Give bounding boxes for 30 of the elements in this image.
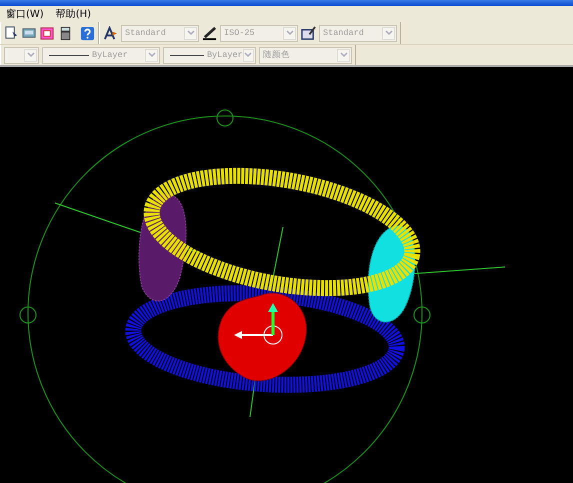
grip-circle[interactable]: [20, 306, 36, 324]
monitor-icon[interactable]: [22, 26, 37, 40]
help-icon[interactable]: [80, 26, 95, 40]
grip-circle[interactable]: [216, 110, 234, 126]
property-dropdown[interactable]: ByLayer: [163, 46, 256, 64]
chevron-down-icon: [26, 52, 34, 58]
menu-item[interactable]: 窗口(W): [4, 7, 46, 21]
line-sample: [170, 54, 204, 56]
style-dropdown[interactable]: ISO-25: [220, 24, 298, 42]
chevron-down-icon: [244, 52, 252, 58]
document-icon[interactable]: [4, 26, 19, 40]
style-dropdown[interactable]: Standard: [121, 24, 199, 42]
grip-circle[interactable]: [414, 306, 430, 324]
pen-icon[interactable]: [202, 26, 217, 40]
image-icon[interactable]: [40, 26, 55, 40]
ucs-icon: [234, 303, 282, 344]
line-sample: [49, 54, 89, 56]
chevron-down-icon: [186, 30, 194, 36]
menu-item[interactable]: 帮助(H): [54, 7, 94, 21]
axis-line: [270, 226, 284, 294]
style-dropdown[interactable]: Standard: [319, 24, 397, 42]
calculator-icon[interactable]: [58, 26, 73, 40]
chevron-down-icon: [384, 30, 392, 36]
chevron-down-icon: [286, 30, 294, 36]
text-style-icon[interactable]: [103, 26, 118, 40]
chevron-down-icon: [340, 52, 348, 58]
property-dropdown[interactable]: 随颜色: [259, 46, 352, 64]
property-dropdown[interactable]: ByLayer: [42, 46, 160, 64]
table-style-icon[interactable]: [301, 26, 316, 40]
chevron-down-icon: [148, 52, 156, 58]
